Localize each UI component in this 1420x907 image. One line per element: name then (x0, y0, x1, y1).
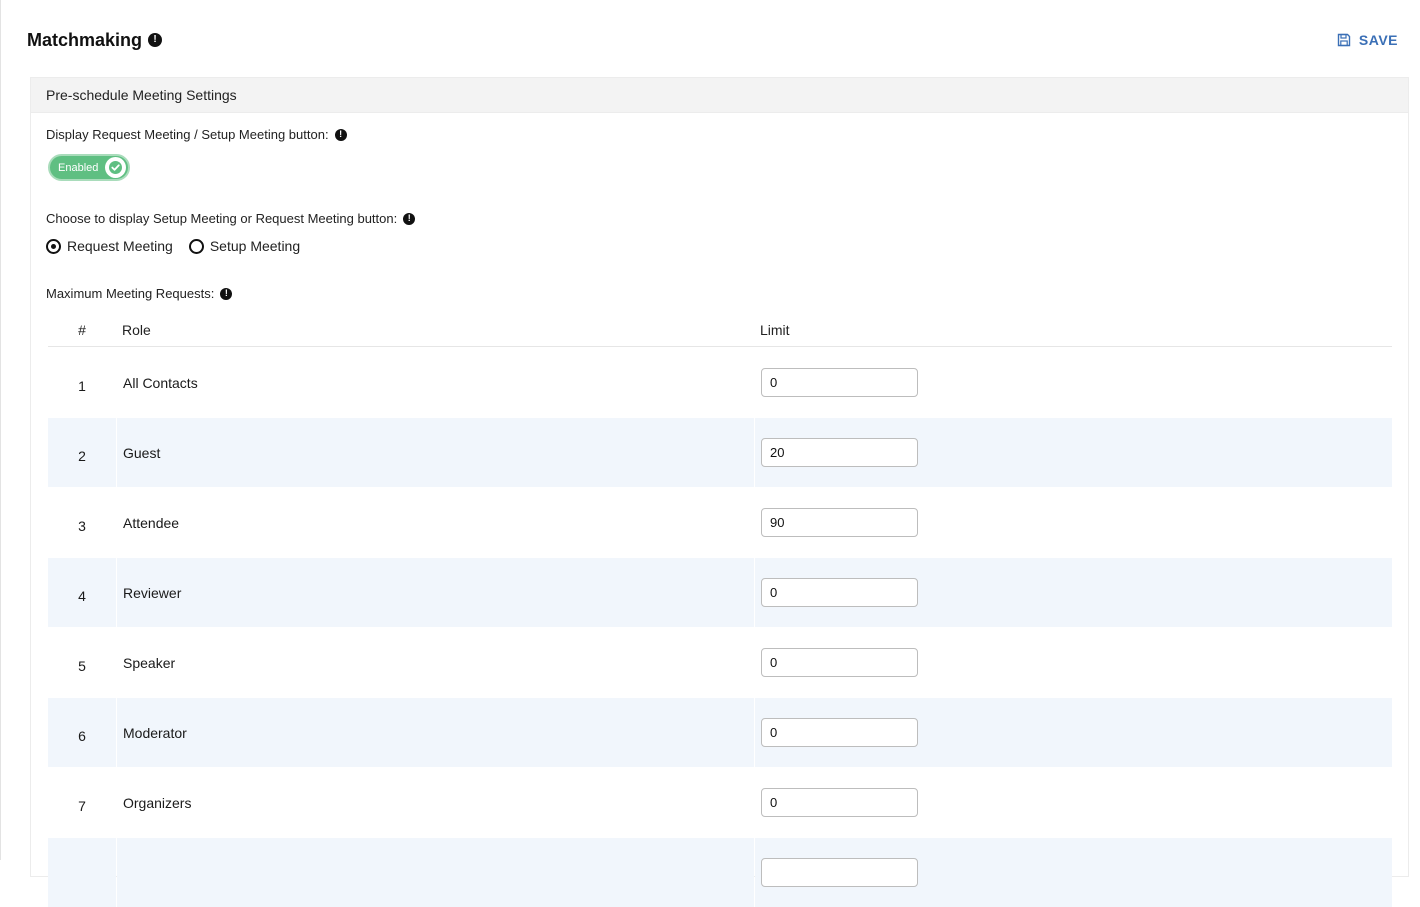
save-label: SAVE (1358, 32, 1398, 48)
info-icon[interactable]: ! (403, 212, 416, 225)
table-row: 2 Guest (48, 418, 1392, 487)
row-role: Reviewer (117, 558, 754, 627)
limit-input[interactable] (761, 508, 918, 537)
radio-label: Request Meeting (67, 238, 173, 254)
page-header: Matchmaking ! SAVE (27, 28, 1408, 52)
page-title: Matchmaking (27, 29, 143, 50)
row-role: Guest (117, 418, 754, 487)
radio-label: Setup Meeting (209, 238, 301, 254)
panel-header: Pre-schedule Meeting Settings (31, 78, 1408, 113)
info-icon[interactable]: ! (334, 128, 347, 141)
title-wrap: Matchmaking ! (27, 29, 163, 51)
row-role: Moderator (117, 698, 754, 767)
row-number (48, 838, 116, 907)
pre-schedule-settings-panel: Pre-schedule Meeting Settings Display Re… (30, 77, 1409, 907)
choose-button-label: Choose to display Setup Meeting or Reque… (46, 211, 398, 226)
display-button-label: Display Request Meeting / Setup Meeting … (46, 127, 329, 142)
floppy-disk-icon (1337, 33, 1351, 47)
row-limit-cell (755, 768, 1392, 837)
limit-input[interactable] (761, 578, 918, 607)
row-number: 5 (78, 657, 86, 674)
info-icon[interactable]: ! (148, 33, 163, 47)
header-num: # (78, 322, 86, 338)
toggle-label: Enabled (58, 161, 99, 174)
meeting-limits-table: # Role Limit 1 All Contacts 2 Guest 3 At… (48, 314, 1392, 907)
save-button[interactable]: SAVE (1337, 32, 1398, 48)
row-number: 6 (48, 698, 116, 767)
info-icon[interactable]: ! (220, 287, 233, 300)
row-limit-cell (755, 698, 1392, 767)
table-header: # Role Limit (48, 314, 1392, 347)
radio-selected-icon (46, 238, 61, 254)
check-icon (105, 157, 126, 178)
row-number: 3 (78, 517, 86, 534)
row-limit-cell (755, 628, 1392, 697)
row-limit-cell (755, 558, 1392, 627)
header-limit: Limit (760, 322, 790, 338)
max-requests-label: Maximum Meeting Requests: (46, 286, 215, 301)
row-role: All Contacts (123, 374, 198, 391)
limit-input[interactable] (761, 718, 918, 747)
header-role: Role (122, 322, 151, 338)
display-button-field-label: Display Request Meeting / Setup Meeting … (46, 127, 347, 142)
row-role: Organizers (123, 794, 192, 811)
row-role: Speaker (123, 654, 176, 671)
row-number: 2 (48, 418, 116, 487)
row-role: Attendee (123, 514, 180, 531)
table-row (48, 838, 1392, 907)
limit-input[interactable] (761, 368, 918, 397)
radio-setup-meeting[interactable]: Setup Meeting (188, 238, 301, 254)
limit-input[interactable] (761, 788, 918, 817)
table-row: 4 Reviewer (48, 558, 1392, 627)
table-row: 6 Moderator (48, 698, 1392, 767)
table-row: 7 Organizers (48, 768, 1392, 837)
row-number: 4 (48, 558, 116, 627)
meeting-button-radio-group: Request Meeting Setup Meeting (46, 238, 300, 254)
choose-button-field-label: Choose to display Setup Meeting or Reque… (46, 211, 416, 226)
row-role (117, 838, 754, 907)
limit-input[interactable] (761, 858, 918, 887)
row-limit-cell (755, 348, 1392, 417)
limit-input[interactable] (761, 438, 918, 467)
radio-unselected-icon (188, 238, 204, 254)
enabled-toggle[interactable]: Enabled (48, 154, 130, 181)
row-limit-cell (755, 488, 1392, 557)
row-limit-cell (755, 418, 1392, 487)
table-row: 3 Attendee (48, 488, 1392, 557)
row-limit-cell (755, 838, 1392, 907)
table-row: 1 All Contacts (48, 348, 1392, 417)
max-requests-field-label: Maximum Meeting Requests: ! (46, 286, 233, 301)
row-number: 7 (78, 797, 86, 814)
row-number: 1 (78, 377, 86, 394)
radio-request-meeting[interactable]: Request Meeting (46, 238, 173, 254)
table-row: 5 Speaker (48, 628, 1392, 697)
limit-input[interactable] (761, 648, 918, 677)
